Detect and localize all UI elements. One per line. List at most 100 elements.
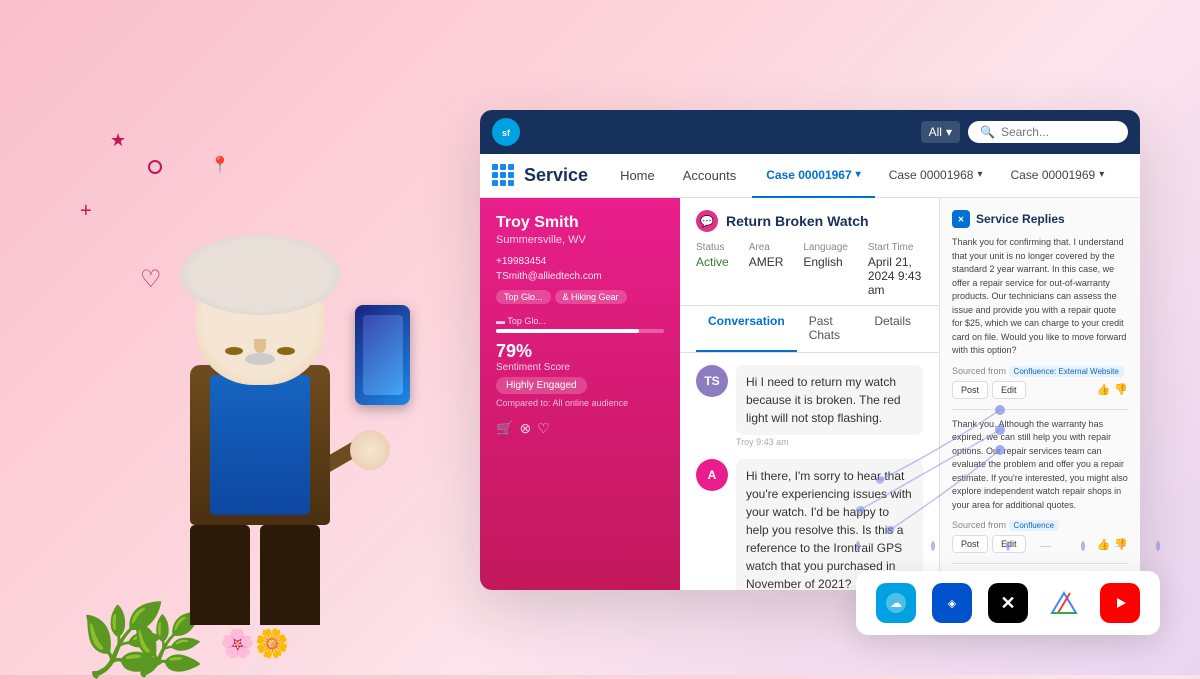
line-4	[1115, 546, 1126, 547]
search-box[interactable]: 🔍	[968, 121, 1128, 143]
tab-1967-chevron: ▾	[856, 169, 861, 180]
salesforce-window: sf All ▾ 🔍 Service Home Accounts	[480, 110, 1140, 590]
app-drive-button[interactable]	[1044, 583, 1084, 623]
progress-bar	[496, 329, 664, 333]
dot-1	[856, 541, 860, 551]
app-youtube-button[interactable]	[1100, 583, 1140, 623]
tab-case-1969[interactable]: Case 00001969 ▾	[996, 154, 1118, 198]
plus-decor-1: +	[80, 200, 92, 223]
app-jira-button[interactable]: ◈	[932, 583, 972, 623]
search-icon: 🔍	[980, 125, 995, 139]
right-panel: ✕ Service Replies Thank you for confirmi…	[940, 198, 1140, 590]
meta-status: Status Active	[696, 242, 729, 297]
tab-case-1968[interactable]: Case 00001968 ▾	[875, 154, 997, 198]
einstein-character	[120, 145, 400, 625]
nav-item-home[interactable]: Home	[608, 154, 667, 198]
messages-area: TS Hi I need to return my watch because …	[680, 353, 939, 590]
reply-1-thumbup-button[interactable]: 👍	[1097, 381, 1111, 399]
customer-tags: Top Glo... & Hiking Gear	[496, 290, 664, 304]
svg-text:sf: sf	[502, 128, 511, 138]
divider-2	[952, 563, 1128, 564]
conv-tab-conversation[interactable]: Conversation	[696, 306, 797, 352]
dot-4	[1081, 541, 1085, 551]
nav-item-accounts[interactable]: Accounts	[671, 154, 748, 198]
customer-email: TSmith@alliedtech.com	[496, 271, 664, 282]
line-1	[890, 546, 901, 547]
phone-card	[355, 305, 410, 405]
engagement-badge: Highly Engaged	[496, 377, 587, 394]
app-x-button[interactable]: ✕	[988, 583, 1028, 623]
app-launcher-icon[interactable]	[492, 164, 516, 188]
customer-profile-panel: Troy Smith Summersville, WV +19983454 TS…	[480, 198, 680, 590]
heart-icon[interactable]: ♡	[537, 420, 550, 437]
message-time-1: Troy 9:43 am	[736, 437, 923, 447]
svg-text:◈: ◈	[948, 598, 957, 610]
progress-fill	[496, 329, 639, 333]
customer-phone: +19983454	[496, 256, 664, 267]
meta-language: Language English	[803, 242, 848, 297]
customer-location: Summersville, WV	[496, 234, 664, 246]
dot-2	[931, 541, 935, 551]
dropdown-chevron: ▾	[946, 125, 952, 139]
reply-1-source-badge: Confluence: External Website	[1009, 366, 1124, 377]
line-3	[1040, 546, 1051, 547]
conv-tab-past-chats[interactable]: Past Chats	[797, 306, 863, 352]
close-circle-icon[interactable]: ⊗	[519, 420, 531, 437]
bottom-app-bar: ☁ ◈ ✕	[856, 571, 1160, 635]
tab-case-1967[interactable]: Case 00001967 ▾	[752, 154, 874, 198]
cart-icon[interactable]: 🛒	[496, 420, 513, 437]
progress-label: ▬ Top Glo...	[496, 316, 664, 326]
all-dropdown[interactable]: All ▾	[921, 121, 960, 143]
salesforce-logo: sf	[492, 118, 520, 146]
tab-1968-chevron: ▾	[977, 169, 982, 180]
meta-start-time: Start Time April 21, 2024 9:43 am	[868, 242, 923, 297]
avatar-customer-1: TS	[696, 365, 728, 397]
dot-5	[1156, 541, 1160, 551]
tag-2: & Hiking Gear	[555, 290, 627, 304]
tab-bar: Case 00001967 ▾ Case 00001968 ▾ Case 000…	[752, 154, 1128, 198]
svg-text:✕: ✕	[958, 215, 965, 224]
content-area: Troy Smith Summersville, WV +19983454 TS…	[480, 198, 1140, 590]
score-label: Sentiment Score	[496, 362, 664, 373]
app-name: Service	[524, 165, 588, 186]
svg-text:☁: ☁	[890, 596, 902, 610]
reply-1-actions: Post Edit 👍 👎	[952, 381, 1128, 399]
divider-1	[952, 409, 1128, 410]
meta-area: Area AMER	[749, 242, 784, 297]
reply-1-thumbdown-button[interactable]: 👎	[1114, 381, 1128, 399]
reply-1-source-label: Sourced from Confluence: External Websit…	[952, 366, 1128, 377]
reply-2-source-badge: Confluence	[1009, 520, 1059, 531]
avatar-agent-1: A	[696, 459, 728, 491]
search-input[interactable]	[1001, 125, 1116, 139]
reply-2-text: Thank you. Although the warranty has exp…	[952, 418, 1128, 513]
reply-1-thumbs: 👍 👎	[1097, 381, 1128, 399]
topbar: sf All ▾ 🔍	[480, 110, 1140, 154]
connection-dots-row	[856, 541, 1160, 551]
all-label: All	[929, 125, 942, 139]
dot-3	[1006, 541, 1010, 551]
customer-name: Troy Smith	[496, 214, 664, 232]
progress-section: ▬ Top Glo...	[496, 316, 664, 333]
conversation-tabs: Conversation Past Chats Details	[680, 306, 939, 353]
search-area: All ▾ 🔍	[921, 121, 1128, 143]
service-replies-title: ✕ Service Replies	[952, 210, 1128, 228]
conv-tab-details[interactable]: Details	[862, 306, 923, 352]
score-section: 79% Sentiment Score Highly Engaged Compa…	[496, 341, 664, 408]
reply-2-source-label: Sourced from Confluence	[952, 520, 1128, 531]
message-text-1: Hi I need to return my watch because it …	[736, 365, 923, 435]
message-1: TS Hi I need to return my watch because …	[696, 365, 923, 447]
service-replies-icon: ✕	[952, 210, 970, 228]
case-title-row: 💬 Return Broken Watch	[696, 210, 923, 232]
navbar: Service Home Accounts Case 00001967 ▾ Ca…	[480, 154, 1140, 198]
reply-1-text: Thank you for confirming that. I underst…	[952, 236, 1128, 358]
flowers-decoration: 🌸🌼	[220, 627, 290, 660]
reply-1-edit-button[interactable]: Edit	[992, 381, 1026, 399]
message-content-1: Hi I need to return my watch because it …	[736, 365, 923, 447]
case-meta: Status Active Area AMER Language English…	[696, 242, 923, 297]
app-salesforce-button[interactable]: ☁	[876, 583, 916, 623]
sentiment-score: 79%	[496, 341, 664, 362]
case-title: Return Broken Watch	[726, 213, 869, 229]
reply-1-post-button[interactable]: Post	[952, 381, 988, 399]
audience-label: Compared to: All online audience	[496, 398, 664, 408]
conversation-panel: 💬 Return Broken Watch Status Active Area…	[680, 198, 940, 590]
